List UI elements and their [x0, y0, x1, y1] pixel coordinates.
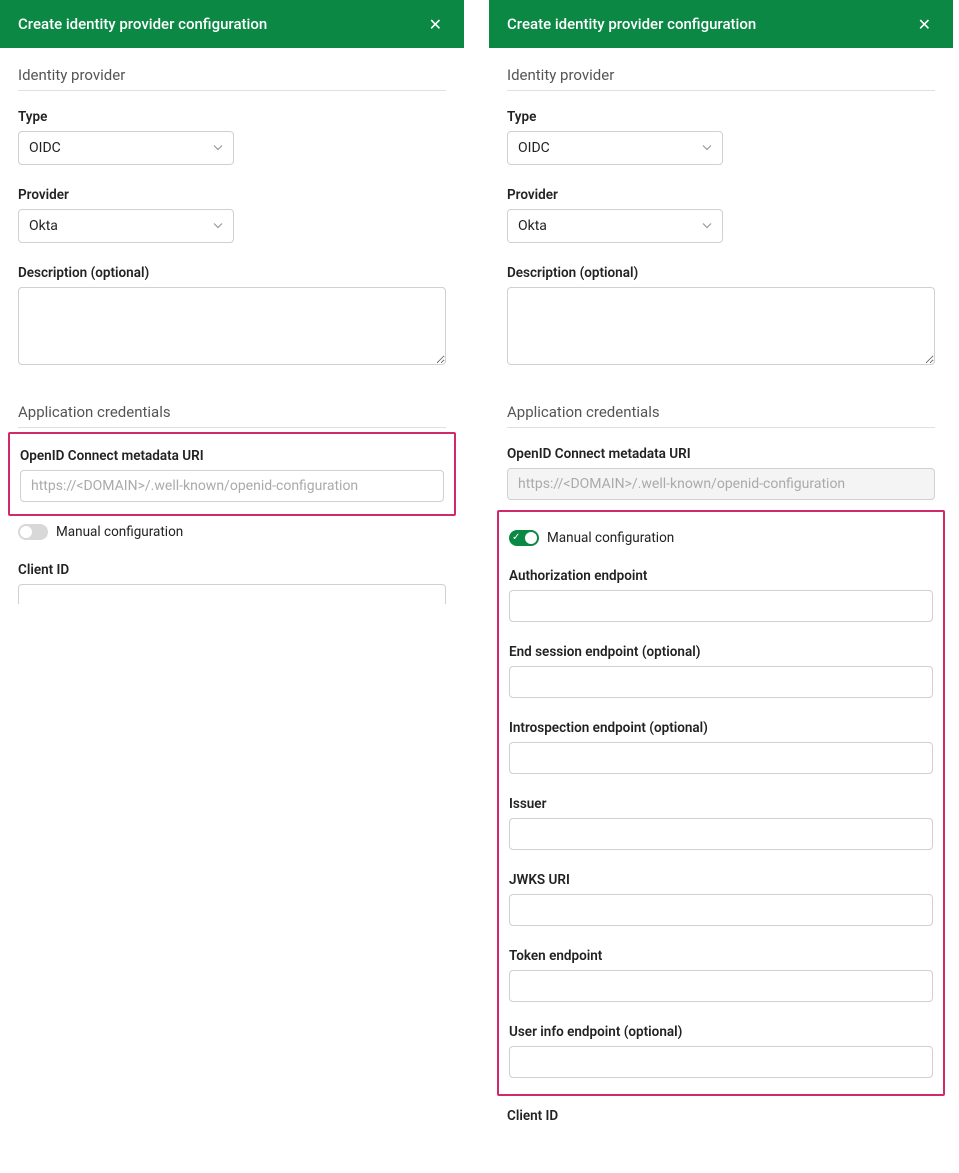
issuer-label: Issuer — [509, 796, 933, 812]
toggle-knob — [20, 526, 32, 538]
dialog-header: Create identity provider configuration ✕ — [0, 0, 464, 48]
provider-label: Provider — [507, 187, 935, 203]
token-endpoint-group: Token endpoint — [509, 948, 933, 1002]
openid-uri-input[interactable] — [20, 470, 444, 502]
dialog-body: Identity provider Type OIDC Provider Okt… — [489, 48, 953, 1148]
introspection-label: Introspection endpoint (optional) — [509, 720, 933, 736]
openid-uri-group: OpenID Connect metadata URI — [507, 446, 935, 500]
client-id-cutoff — [18, 584, 446, 604]
dialog-body: Identity provider Type OIDC Provider Okt… — [0, 48, 464, 622]
type-select[interactable]: OIDC — [18, 131, 234, 165]
description-input[interactable] — [507, 287, 935, 365]
jwks-input[interactable] — [509, 894, 933, 926]
introspection-group: Introspection endpoint (optional) — [509, 720, 933, 774]
manual-config-label: Manual configuration — [56, 524, 183, 540]
panel-left: Create identity provider configuration ✕… — [0, 0, 464, 1173]
type-label: Type — [507, 109, 935, 125]
manual-config-label: Manual configuration — [547, 530, 674, 546]
provider-select[interactable]: Okta — [507, 209, 723, 243]
end-session-label: End session endpoint (optional) — [509, 644, 933, 660]
provider-value: Okta — [29, 218, 58, 234]
description-label: Description (optional) — [18, 265, 446, 281]
section-identity-provider: Identity provider — [507, 66, 935, 91]
toggle-knob — [525, 532, 537, 544]
highlight-manual-config: ✓ Manual configuration Authorization end… — [497, 510, 945, 1096]
description-input[interactable] — [18, 287, 446, 365]
user-info-input[interactable] — [509, 1046, 933, 1078]
section-identity-provider: Identity provider — [18, 66, 446, 91]
auth-endpoint-input[interactable] — [509, 590, 933, 622]
type-value: OIDC — [518, 140, 550, 156]
auth-endpoint-group: Authorization endpoint — [509, 568, 933, 622]
user-info-group: User info endpoint (optional) — [509, 1024, 933, 1078]
dialog-title: Create identity provider configuration — [18, 15, 267, 33]
auth-endpoint-label: Authorization endpoint — [509, 568, 933, 584]
client-id-label: Client ID — [507, 1108, 935, 1124]
end-session-group: End session endpoint (optional) — [509, 644, 933, 698]
jwks-label: JWKS URI — [509, 872, 933, 888]
dialog-title: Create identity provider configuration — [507, 15, 756, 33]
issuer-group: Issuer — [509, 796, 933, 850]
manual-config-row: Manual configuration — [18, 524, 446, 540]
type-label: Type — [18, 109, 446, 125]
jwks-group: JWKS URI — [509, 872, 933, 926]
check-icon: ✓ — [512, 532, 520, 544]
openid-uri-label: OpenID Connect metadata URI — [507, 446, 935, 462]
client-id-label: Client ID — [18, 562, 446, 578]
section-app-credentials: Application credentials — [18, 403, 446, 428]
panel-right: Create identity provider configuration ✕… — [489, 0, 953, 1173]
description-label: Description (optional) — [507, 265, 935, 281]
provider-value: Okta — [518, 218, 547, 234]
manual-config-toggle[interactable] — [18, 524, 48, 540]
manual-config-toggle[interactable]: ✓ — [509, 530, 539, 546]
type-select[interactable]: OIDC — [507, 131, 723, 165]
token-endpoint-label: Token endpoint — [509, 948, 933, 964]
section-app-credentials: Application credentials — [507, 403, 935, 428]
type-value: OIDC — [29, 140, 61, 156]
provider-label: Provider — [18, 187, 446, 203]
end-session-input[interactable] — [509, 666, 933, 698]
dialog-header: Create identity provider configuration ✕ — [489, 0, 953, 48]
close-icon[interactable]: ✕ — [425, 11, 446, 38]
token-endpoint-input[interactable] — [509, 970, 933, 1002]
close-icon[interactable]: ✕ — [914, 11, 935, 38]
user-info-label: User info endpoint (optional) — [509, 1024, 933, 1040]
openid-uri-input — [507, 468, 935, 500]
introspection-input[interactable] — [509, 742, 933, 774]
provider-select[interactable]: Okta — [18, 209, 234, 243]
highlight-openid-uri: OpenID Connect metadata URI — [8, 432, 456, 516]
client-id-input[interactable] — [18, 584, 446, 604]
manual-config-row: ✓ Manual configuration — [509, 530, 933, 546]
openid-uri-label: OpenID Connect metadata URI — [20, 448, 444, 464]
issuer-input[interactable] — [509, 818, 933, 850]
